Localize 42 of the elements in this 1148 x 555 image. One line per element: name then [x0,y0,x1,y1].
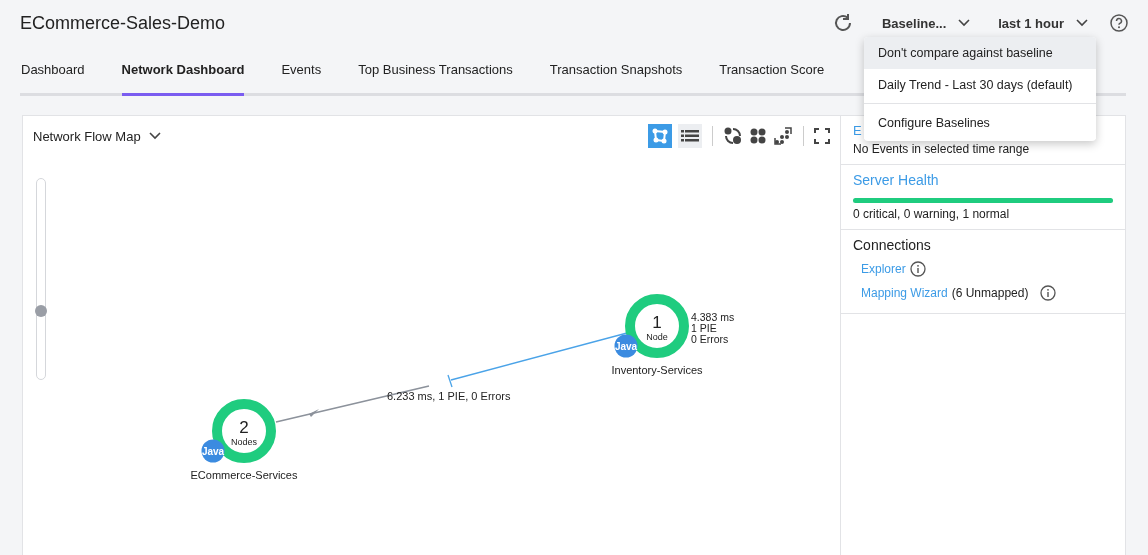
info-icon[interactable] [1040,285,1057,301]
time-range-dropdown[interactable]: last 1 hour [998,15,1088,31]
info-icon[interactable] [909,261,926,277]
node-unit: Node [646,332,668,342]
java-badge: Java [201,439,225,463]
tab[interactable]: Dashboard [21,46,85,96]
health-summary: 0 critical, 0 warning, 1 normal [853,207,1010,221]
node-metric: 1 PIE [691,322,717,334]
help-icon[interactable] [1110,14,1128,32]
fullscreen-icon[interactable] [814,128,830,144]
node-count: 1 [652,313,662,332]
cluster-icon[interactable] [749,127,767,145]
menu-item[interactable]: Daily Trend - Last 30 days (default) [864,69,1096,101]
menu-item[interactable]: Don't compare against baseline [864,37,1096,69]
rearrange-icon[interactable] [723,126,743,146]
node-name: Inventory-Services [611,364,703,376]
tab[interactable]: Network Dashboard [121,46,245,96]
caret-icon [148,132,161,140]
node-metric: 4.383 ms [691,311,735,323]
caret-icon [1076,19,1088,27]
app-title: ECommerce-Sales-Demo [20,12,226,34]
tab[interactable]: Transaction Snapshots [549,46,683,96]
zoom-slider[interactable] [36,178,46,380]
tab[interactable]: Transaction Score [719,46,825,96]
expand-nodes-icon[interactable] [773,126,793,146]
tab[interactable]: Top Business Transactions [358,46,513,96]
list-view-button[interactable] [678,124,702,148]
baseline-dropdown[interactable]: Baseline... [881,15,971,31]
unmapped-count: (6 Unmapped) [951,286,1029,300]
flow-map-button[interactable] [648,124,672,148]
tab[interactable]: Events [281,46,322,96]
caret-icon [958,19,971,27]
node-metric: 0 Errors [691,333,729,345]
map-view-dropdown[interactable]: Network Flow Map [33,128,161,144]
events-text: No Events in selected time range [853,142,1030,156]
java-badge: Java [614,334,638,358]
edge-label: 6.233 ms, 1 PIE, 0 Errors [387,390,511,402]
node-unit: Nodes [231,437,257,447]
menu-item[interactable]: Configure Baselines [864,107,1096,139]
node-count: 2 [239,418,249,437]
node-name: ECommerce-Services [190,469,298,481]
connections-title: Connections [853,237,931,253]
